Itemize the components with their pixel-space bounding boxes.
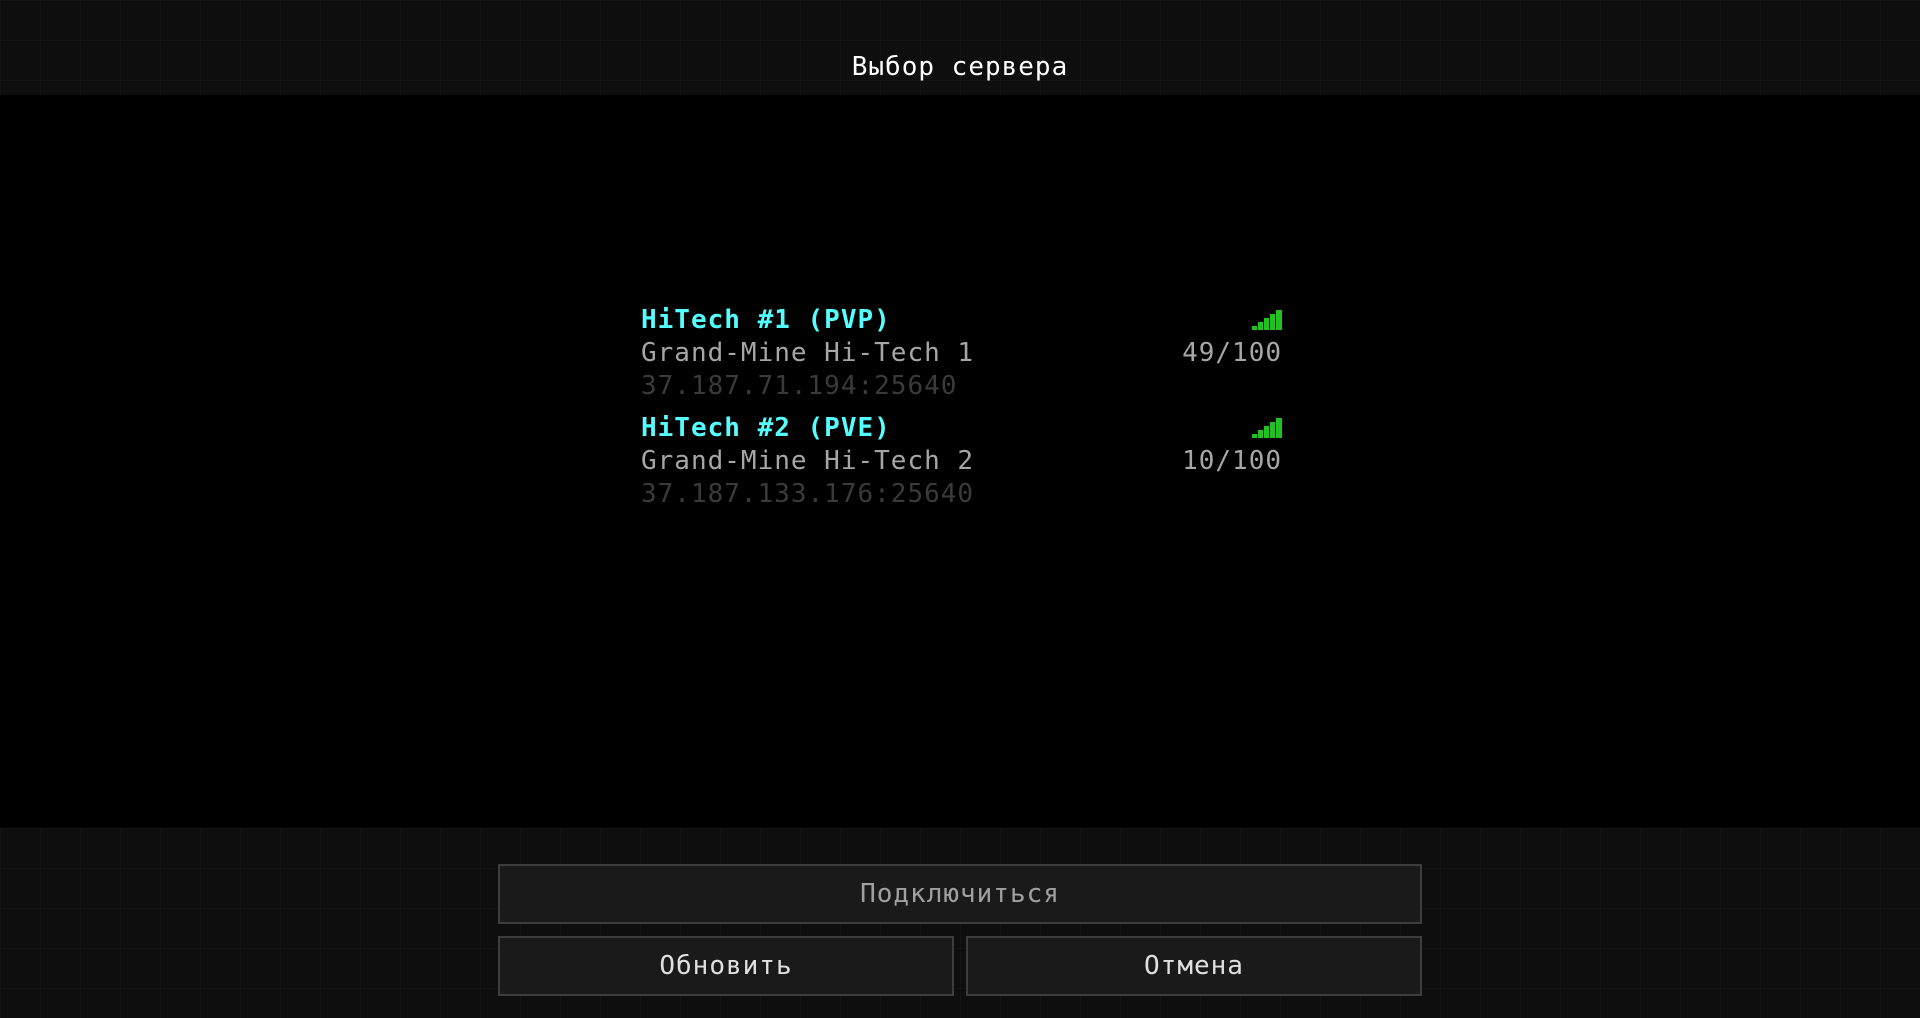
cancel-button[interactable]: Отмена <box>966 936 1422 996</box>
server-select-screen: Выбор сервера HiTech #1 (PVP) Grand-Mine… <box>0 0 1920 1018</box>
server-motd: Grand-Mine Hi-Tech 2 <box>641 446 975 476</box>
signal-bars-icon <box>1252 418 1282 438</box>
server-motd: Grand-Mine Hi-Tech 1 <box>641 338 975 368</box>
refresh-button[interactable]: Обновить <box>498 936 954 996</box>
server-name: HiTech #2 (PVE) <box>641 413 891 443</box>
server-address: 37.187.71.194:25640 <box>641 371 958 401</box>
server-entry-1[interactable]: HiTech #1 (PVP) Grand-Mine Hi-Tech 1 37.… <box>640 304 1282 406</box>
page-title: Выбор сервера <box>851 52 1069 82</box>
connect-button[interactable]: Подключиться <box>498 864 1422 924</box>
server-entry-2[interactable]: HiTech #2 (PVE) Grand-Mine Hi-Tech 2 37.… <box>640 412 1282 514</box>
server-address: 37.187.133.176:25640 <box>641 479 975 509</box>
server-player-count: 49/100 <box>1182 338 1282 368</box>
server-player-count: 10/100 <box>1182 446 1282 476</box>
server-name: HiTech #1 (PVP) <box>641 305 891 335</box>
signal-bars-icon <box>1252 310 1282 330</box>
